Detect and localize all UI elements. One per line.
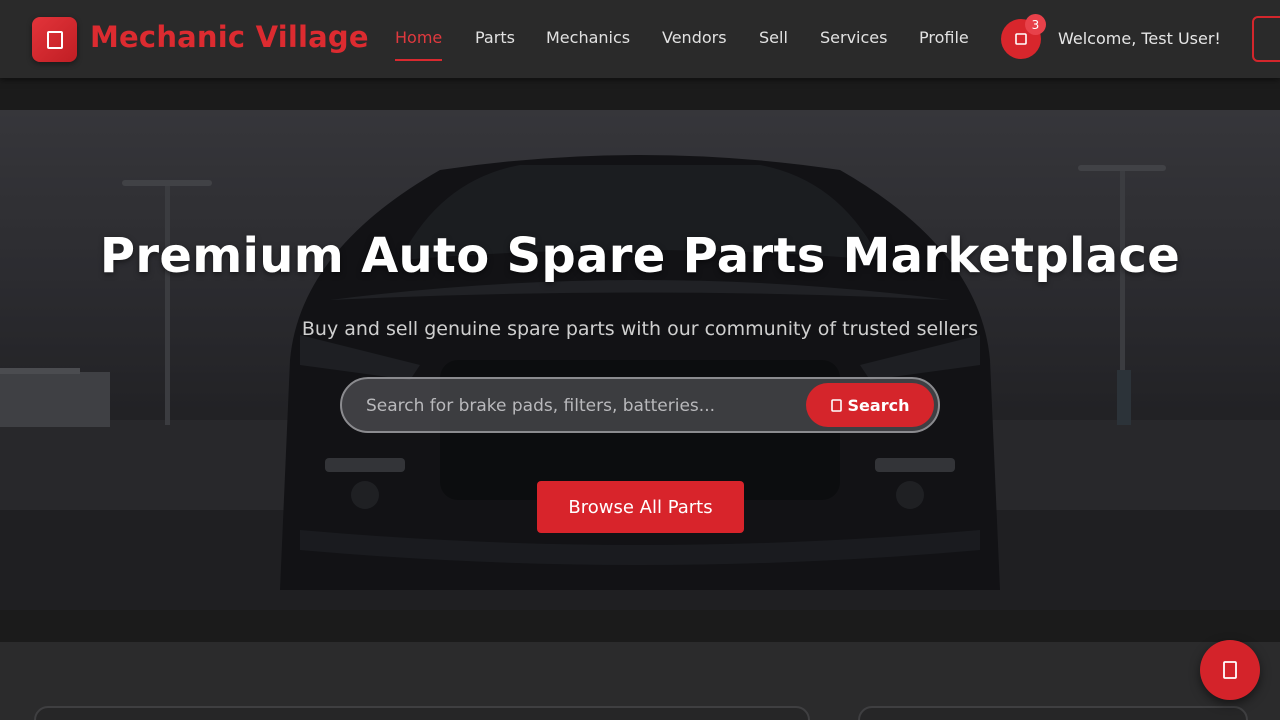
chat-icon [1223,661,1237,679]
content-card [34,706,810,720]
content-section [0,642,1280,720]
hero-overlay [0,110,1280,610]
nav-item-vendors[interactable]: Vendors [662,28,727,61]
search-input[interactable] [366,392,796,420]
nav-item-profile[interactable]: Profile [919,28,969,61]
search-icon [830,398,842,412]
chat-fab-button[interactable] [1200,640,1260,700]
search-bar: Search [340,377,940,433]
search-button-label: Search [847,395,910,415]
brand-name[interactable]: Mechanic Village [90,20,369,54]
logout-button[interactable] [1252,16,1280,62]
search-button[interactable]: Search [806,383,934,427]
nav-item-mechanics[interactable]: Mechanics [546,28,630,61]
brand-logo[interactable] [32,17,77,62]
welcome-text: Welcome, Test User! [1058,29,1221,48]
nav-item-sell[interactable]: Sell [759,28,788,61]
hero-title: Premium Auto Spare Parts Marketplace [99,228,1181,284]
content-card [858,706,1248,720]
cart-icon [1015,33,1027,45]
hero-section: Premium Auto Spare Parts Marketplace Buy… [0,110,1280,610]
cart-count-badge: 3 [1025,14,1046,35]
wrench-icon [46,30,63,49]
hero-subtitle: Buy and sell genuine spare parts with ou… [301,318,979,340]
nav-item-services[interactable]: Services [820,28,887,61]
top-navbar: Mechanic Village Home Parts Mechanics Ve… [0,0,1280,78]
nav-item-home[interactable]: Home [395,28,443,61]
browse-all-parts-button[interactable]: Browse All Parts [537,481,744,533]
nav-item-parts[interactable]: Parts [475,28,515,61]
